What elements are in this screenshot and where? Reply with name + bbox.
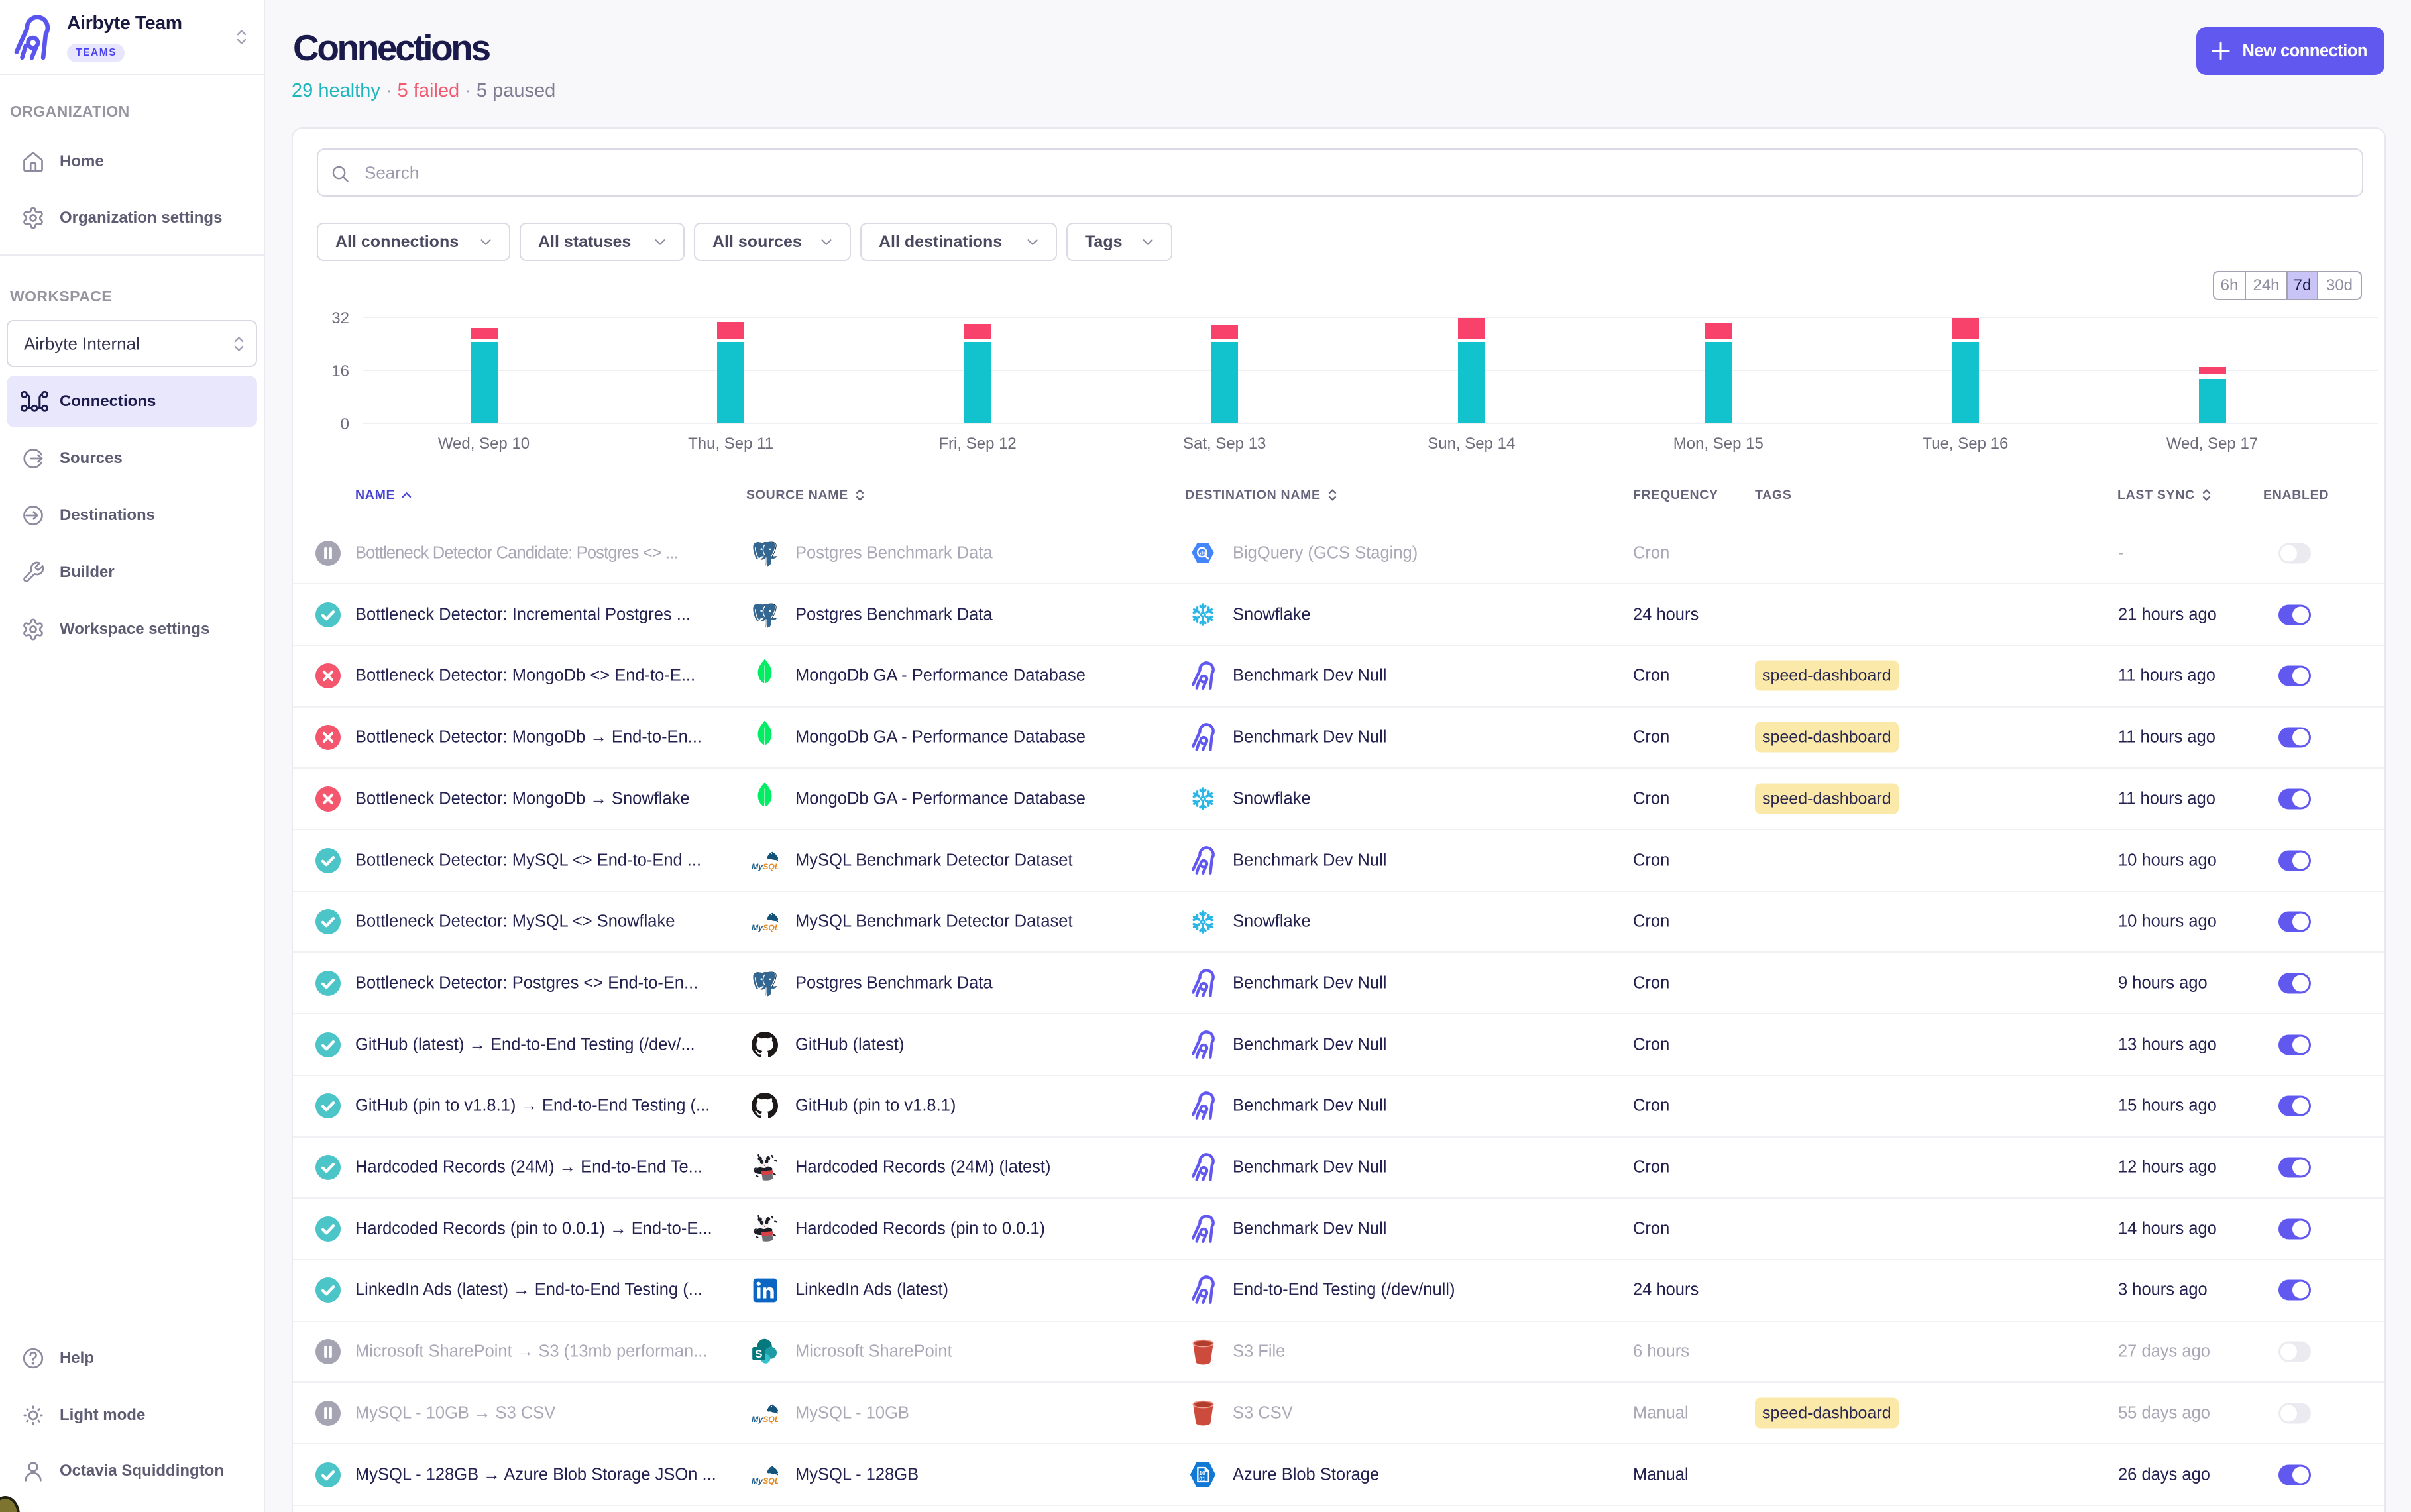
svg-text:MySQL: MySQL (752, 862, 778, 871)
svg-text:S: S (755, 1348, 762, 1360)
svg-text:MySQL: MySQL (752, 923, 778, 932)
svg-text:MySQL: MySQL (752, 1476, 778, 1485)
svg-text:MySQL: MySQL (752, 1415, 778, 1424)
svg-text:01: 01 (1199, 1476, 1206, 1482)
